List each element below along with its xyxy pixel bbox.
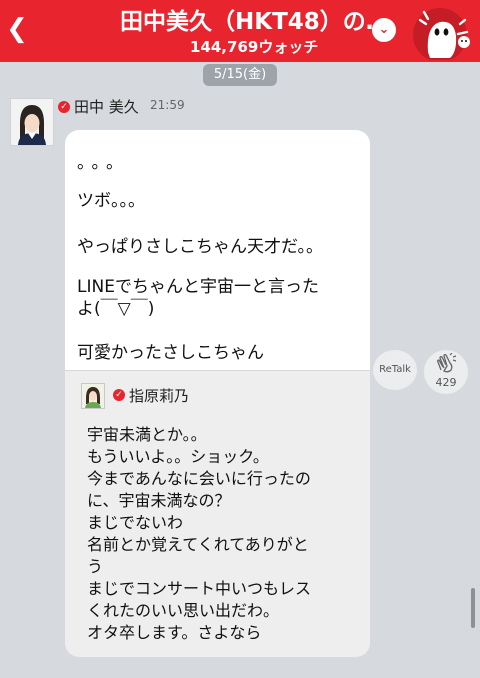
quoted-line: まじでないわ <box>87 513 184 532</box>
quoted-author-name[interactable]: 指原莉乃 <box>129 385 189 406</box>
quoted-avatar[interactable] <box>81 383 105 409</box>
post-time: 21:59 <box>150 98 185 112</box>
watch-count: 144,769ウォッチ <box>190 38 319 56</box>
date-separator: 5/15(金) <box>203 64 277 86</box>
app-header: ❮ 田中美久（HKT48）の… 144,769ウォッチ ⌄ <box>0 0 480 62</box>
page-title: 田中美久（HKT48）の… <box>120 9 380 35</box>
scrollbar[interactable] <box>471 588 475 628</box>
message-line: やっぱりさしこちゃん天才だ。。 <box>77 237 323 257</box>
message-line: 可愛かったさしこちゃん <box>77 343 264 363</box>
quoted-line: う <box>87 557 104 576</box>
retalk-button[interactable]: ReTalk <box>373 350 417 390</box>
quoted-line: 今まであんなに会いに行ったの <box>87 469 311 488</box>
quoted-line: オタ卒します。さよなら <box>87 623 262 642</box>
chevron-left-icon[interactable]: ❮ <box>4 14 30 44</box>
chevron-down-icon[interactable]: ⌄ <box>372 18 396 42</box>
message-line: 。。。 <box>77 153 129 173</box>
verified-check-icon: ✓ <box>58 101 70 113</box>
quoted-line: まじでコンサート中いつもレス <box>87 579 312 598</box>
avatar[interactable] <box>10 98 54 146</box>
message-line: よ(￣▽￣) <box>77 299 155 319</box>
quoted-line: 名前とか覚えてくれてありがと <box>87 535 309 554</box>
verified-check-icon: ✓ <box>113 389 125 401</box>
author-name[interactable]: 田中 美久 <box>74 96 139 117</box>
quoted-line: くれたのいい思い出だわ。 <box>87 601 280 620</box>
quoted-line: もういいよ。。ショック。 <box>87 447 269 466</box>
clapping-hands-icon <box>437 353 457 373</box>
quoted-line: 宇宙未満とか。。 <box>87 425 207 444</box>
message-line: ツボ。。。 <box>77 191 145 211</box>
clap-count: 429 <box>435 376 457 389</box>
quoted-post[interactable]: ✓ 指原莉乃 宇宙未満とか。。 もういいよ。。ショック。 今まであんなに会いに行… <box>65 370 370 657</box>
talk-mascot-icon[interactable] <box>410 2 474 62</box>
quoted-line: に、宇宙未満なの？ <box>87 491 231 510</box>
message-bubble[interactable]: 。。。 ツボ。。。 やっぱりさしこちゃん天才だ。。 LINEでちゃんと宇宙一と言… <box>65 130 370 657</box>
